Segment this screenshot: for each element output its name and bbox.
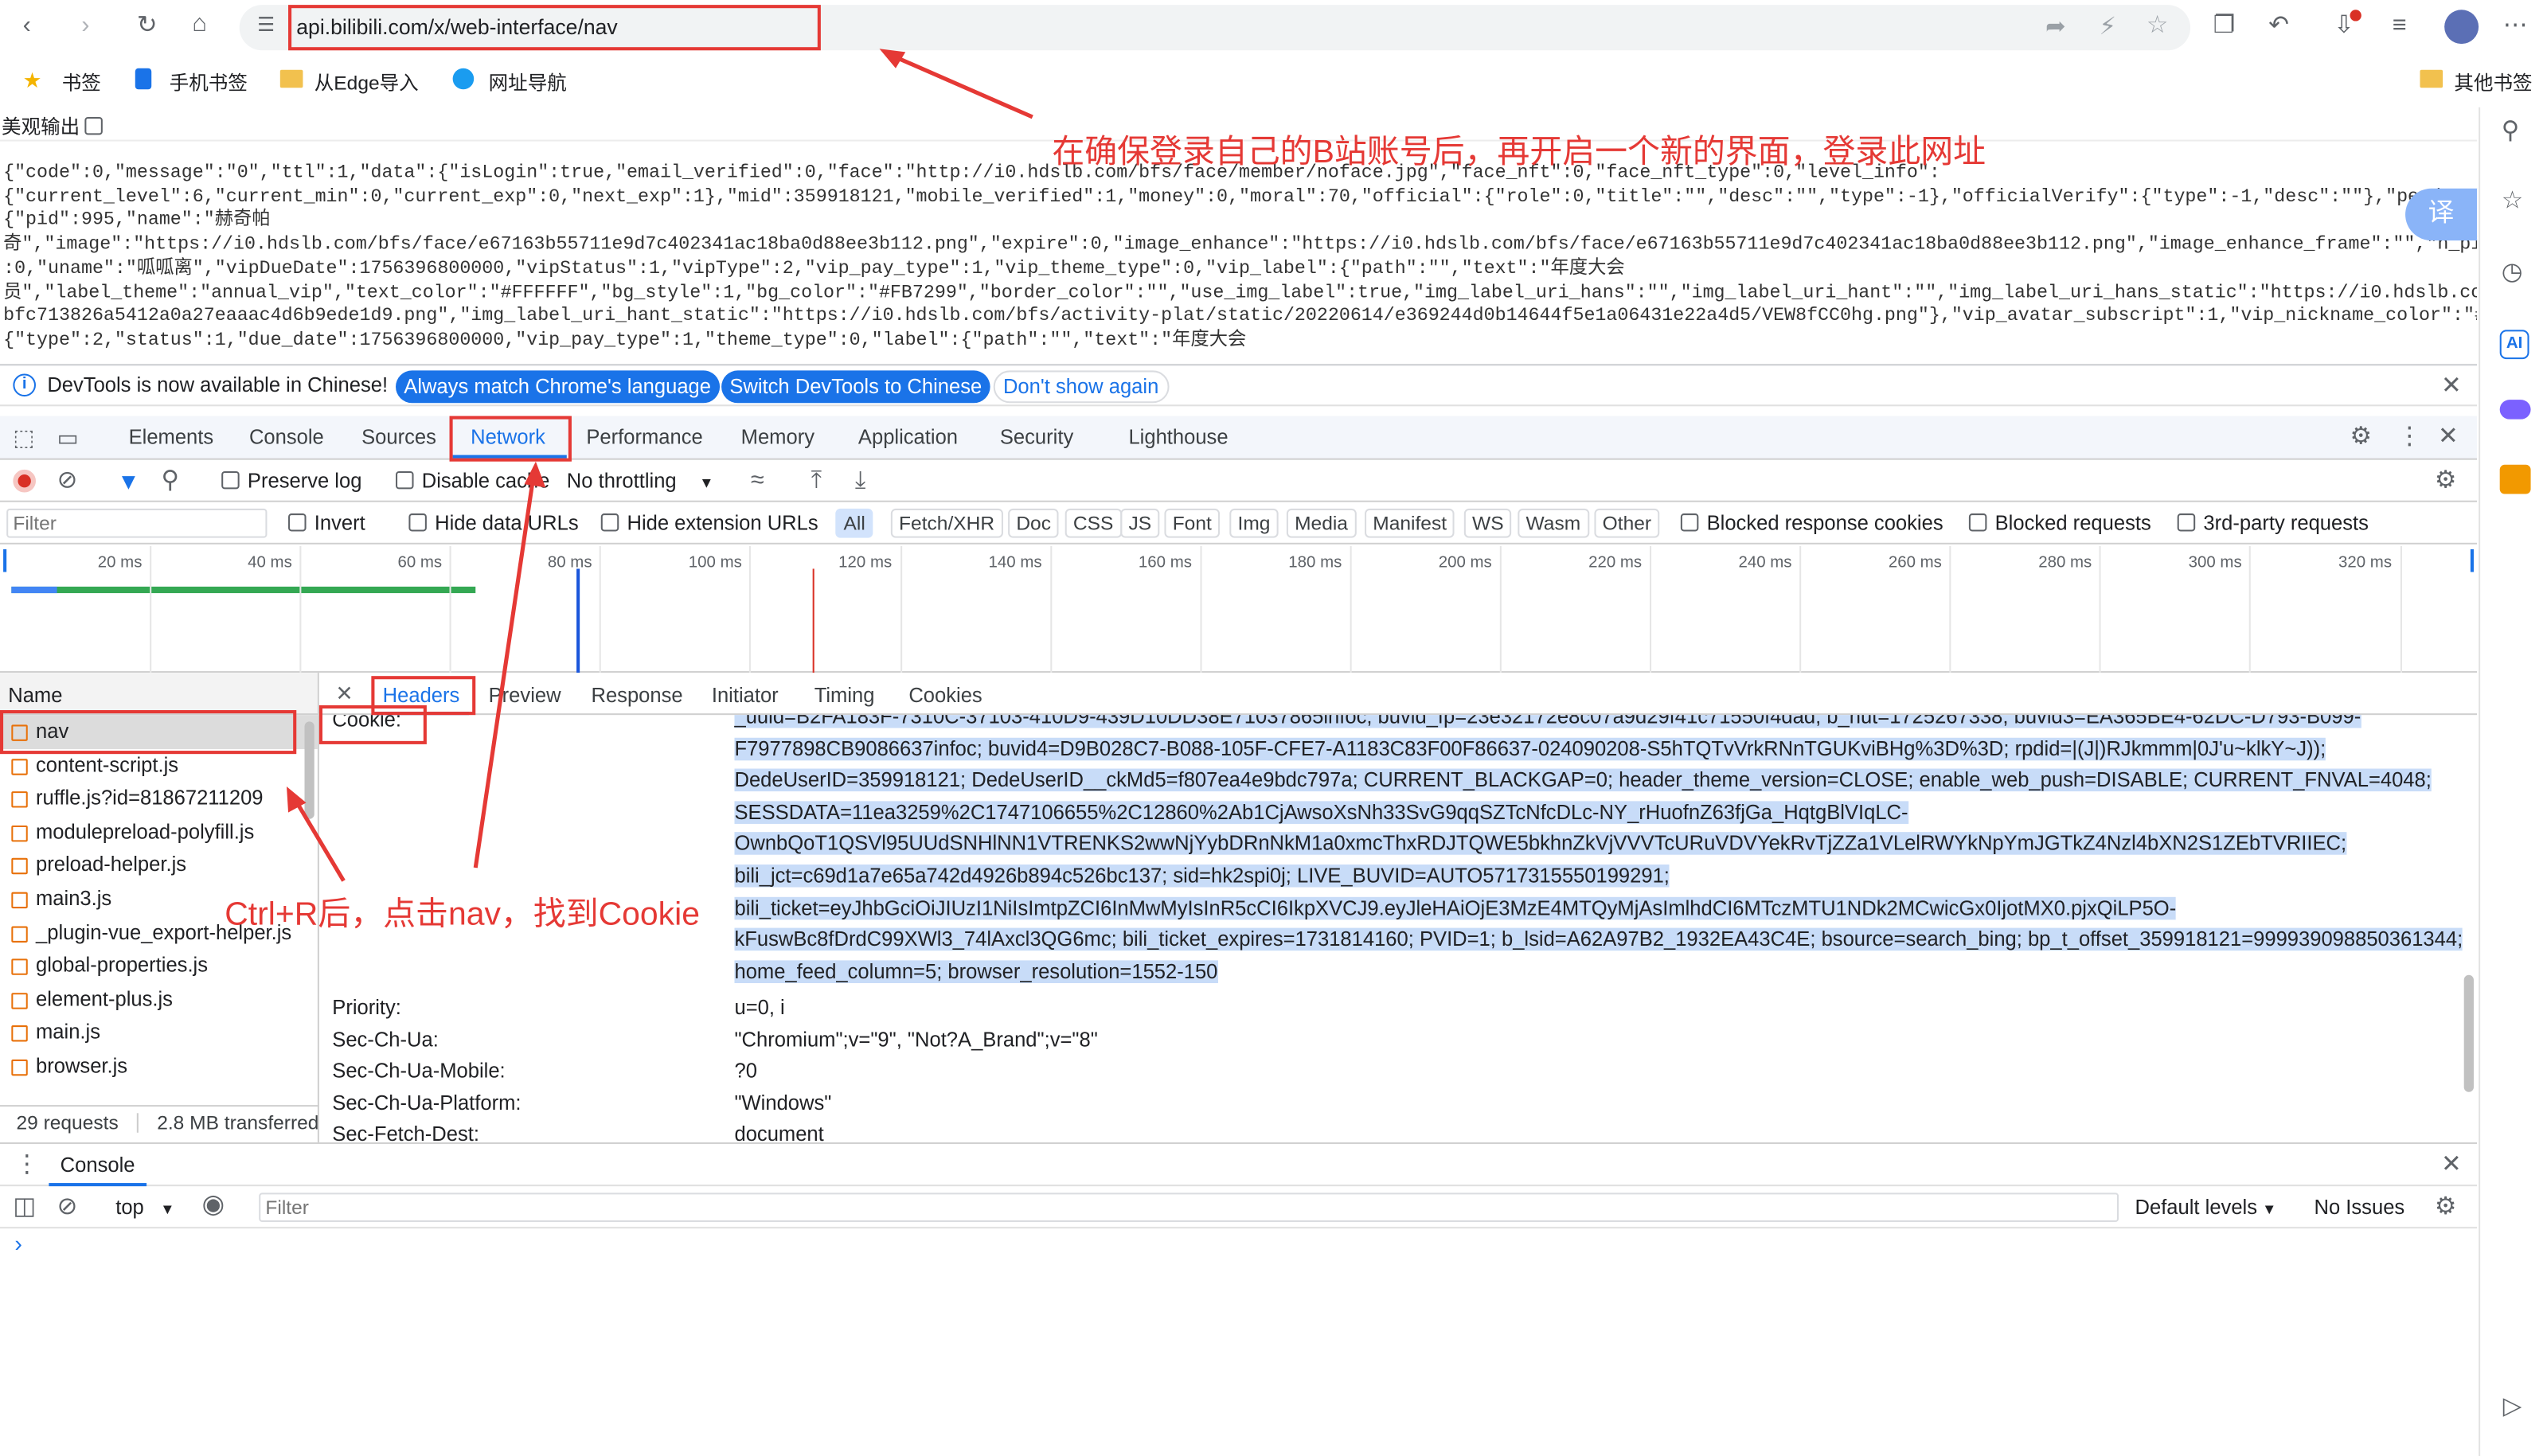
screenshot-stage: { "browser": { "url": "api.bilibili.com/… [0,0,2547,1456]
annotation-arrows [286,49,1033,882]
